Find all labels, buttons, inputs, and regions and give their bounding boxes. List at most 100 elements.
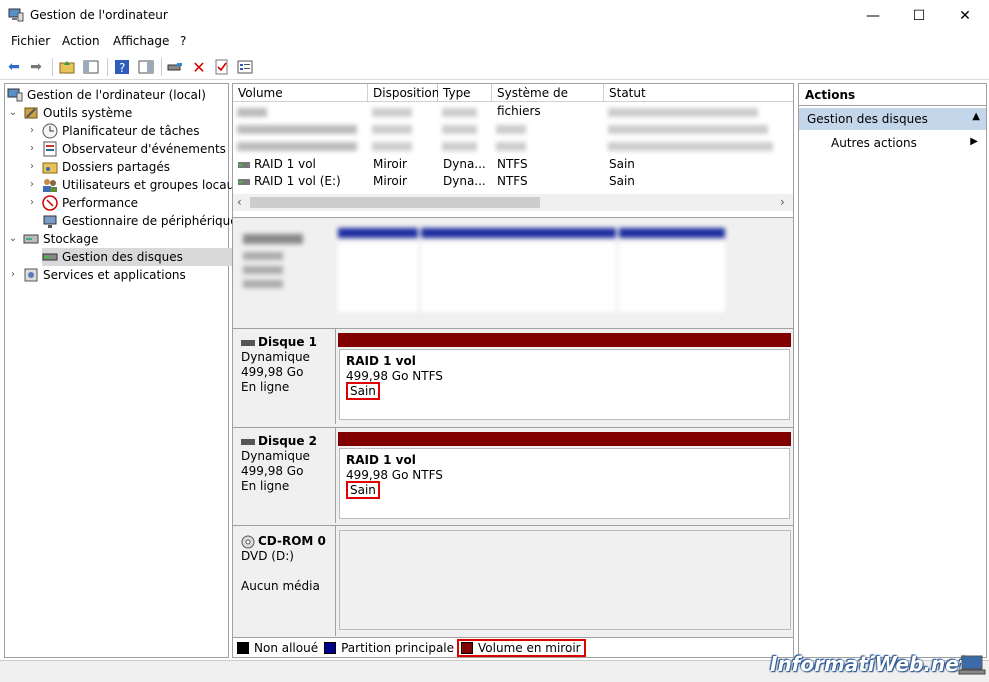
back-arrow-icon[interactable]: ⬅ (5, 58, 23, 76)
column-header-status[interactable]: Statut (604, 84, 793, 102)
console-tree: Gestion de l'ordinateur (local) ⌄ Outils… (4, 83, 244, 658)
volume-block[interactable]: RAID 1 vol 499,98 Go NTFS Sain (339, 448, 790, 519)
cell-status: Sain (609, 157, 635, 171)
tree-item-label: Stockage (43, 232, 99, 246)
tree-item-storage[interactable]: ⌄ Stockage (7, 230, 244, 248)
computer-icon (7, 88, 23, 102)
properties-pane-icon[interactable] (137, 58, 155, 76)
chevron-right-icon[interactable]: › (26, 194, 38, 212)
legend-primary: Partition principale (324, 641, 454, 655)
disk-icon (241, 438, 255, 445)
toolbar-separator (52, 58, 53, 76)
collapse-up-icon[interactable]: ▲ (972, 111, 980, 122)
chevron-down-icon[interactable]: ⌄ (7, 230, 19, 248)
chevron-down-icon[interactable]: ⌄ (7, 104, 19, 122)
legend-swatch (237, 641, 249, 654)
tree-item-label: Gestion des disques (62, 250, 183, 264)
scroll-right-icon[interactable]: › (780, 195, 785, 209)
tree-item-device-manager[interactable]: Gestionnaire de périphériques (7, 212, 244, 230)
volume-size: 499,98 Go NTFS (346, 369, 443, 383)
tree-item-disk-management[interactable]: Gestion des disques (42, 248, 244, 266)
actions-section-disk-management[interactable]: Gestion des disques ▲ (799, 108, 986, 130)
disk-row: Disque 2 Dynamique 499,98 Go En ligne RA… (233, 427, 793, 523)
column-header-filesystem[interactable]: Système de fichiers (492, 84, 604, 118)
tree-item-performance[interactable]: › Performance (7, 194, 244, 212)
obscured-disk (233, 224, 728, 322)
forward-arrow-icon[interactable]: ➡ (27, 58, 45, 76)
laptop-icon (958, 655, 986, 675)
tree-item-label: Services et applications (43, 268, 186, 282)
chevron-right-icon[interactable]: › (26, 140, 38, 158)
disk-state: En ligne (241, 380, 290, 394)
tree-item-label: Planificateur de tâches (62, 124, 200, 138)
disk-graphical-view: Disque 1 Dynamique 499,98 Go En ligne RA… (233, 217, 793, 637)
legend-swatch (461, 641, 474, 654)
tree-item-label: Observateur d'événements (62, 142, 226, 156)
maximize-button[interactable]: ☐ (896, 0, 942, 31)
volume-size: 499,98 Go NTFS (346, 468, 443, 482)
tree-item-event-viewer[interactable]: › Observateur d'événements (7, 140, 244, 158)
tree-item-users-groups[interactable]: › Utilisateurs et groupes locaux (7, 176, 244, 194)
column-header-type[interactable]: Type (438, 84, 492, 102)
show-hide-tree-icon[interactable] (82, 58, 100, 76)
tree-item-scheduler[interactable]: › Planificateur de tâches (7, 122, 244, 140)
volume-name: RAID 1 vol (346, 354, 416, 368)
disk-type: Dynamique (241, 449, 310, 463)
volume-block[interactable]: RAID 1 vol 499,98 Go NTFS Sain (339, 349, 790, 420)
clock-icon (42, 123, 58, 139)
list-view-icon[interactable] (236, 58, 254, 76)
cdrom-empty-area (339, 530, 791, 630)
cell-layout: Miroir (373, 157, 407, 171)
mirror-volume-bar (338, 432, 791, 446)
cell-layout: Miroir (373, 174, 407, 188)
title-bar: Gestion de l'ordinateur — ☐ ✕ (0, 0, 989, 31)
close-button[interactable]: ✕ (942, 0, 988, 31)
scrollbar-thumb[interactable] (250, 197, 540, 208)
menu-fichier[interactable]: Fichier (11, 34, 50, 48)
chevron-right-icon[interactable]: › (26, 122, 38, 140)
submenu-arrow-icon: ▶ (970, 136, 978, 147)
cdrom-header[interactable]: CD-ROM 0 DVD (D:) Aucun média (233, 526, 336, 636)
delete-icon[interactable]: ✕ (190, 58, 208, 77)
volume-status: Sain (346, 481, 380, 499)
minimize-button[interactable]: — (850, 0, 896, 31)
up-folder-icon[interactable] (58, 58, 76, 76)
disk-state: En ligne (241, 479, 290, 493)
disk-size: 499,98 Go (241, 464, 304, 478)
help-icon[interactable]: ? (113, 58, 131, 76)
svg-text:?: ? (119, 61, 125, 75)
tree-item-label: Gestionnaire de périphériques (62, 214, 244, 228)
obscured-rows (237, 106, 787, 158)
column-header-volume[interactable]: Volume (233, 84, 368, 102)
toolbar-separator (107, 58, 108, 76)
tree-item-label: Utilisateurs et groupes locaux (62, 178, 242, 192)
check-icon[interactable] (213, 58, 231, 76)
action-more-actions[interactable]: Autres actions ▶ (799, 134, 986, 154)
disk-header[interactable]: Disque 2 Dynamique 499,98 Go En ligne (233, 428, 336, 523)
tree-item-tools[interactable]: ⌄ Outils système (7, 104, 244, 122)
menu-affichage[interactable]: Affichage (113, 34, 169, 48)
tools-icon (24, 107, 38, 119)
horizontal-scrollbar[interactable]: ‹ › (233, 194, 793, 211)
action-label: Autres actions (831, 136, 917, 150)
actions-header: Actions (799, 84, 986, 106)
tree-item-label: Dossiers partagés (62, 160, 171, 174)
chevron-right-icon[interactable]: › (7, 266, 19, 284)
menu-action[interactable]: Action (62, 34, 100, 48)
tree-item-services[interactable]: › Services et applications (7, 266, 244, 284)
chevron-right-icon[interactable]: › (26, 176, 38, 194)
volume-status: Sain (346, 382, 380, 400)
tree-item-shared-folders[interactable]: › Dossiers partagés (7, 158, 244, 176)
menu-help[interactable]: ? (180, 34, 186, 48)
disk-header[interactable]: Disque 1 Dynamique 499,98 Go En ligne (233, 329, 336, 424)
column-header-layout[interactable]: Disposition (368, 84, 439, 102)
cell-type: Dyna... (443, 174, 486, 188)
mirror-volume-bar (338, 333, 791, 347)
scroll-left-icon[interactable]: ‹ (237, 195, 242, 209)
cdrom-name: CD-ROM 0 (258, 534, 326, 548)
cdrom-row: CD-ROM 0 DVD (D:) Aucun média (233, 525, 793, 636)
connect-disk-icon[interactable] (166, 58, 184, 76)
actions-pane: Actions Gestion des disques ▲ Autres act… (798, 83, 987, 658)
tree-root[interactable]: Gestion de l'ordinateur (local) (7, 86, 244, 104)
chevron-right-icon[interactable]: › (26, 158, 38, 176)
